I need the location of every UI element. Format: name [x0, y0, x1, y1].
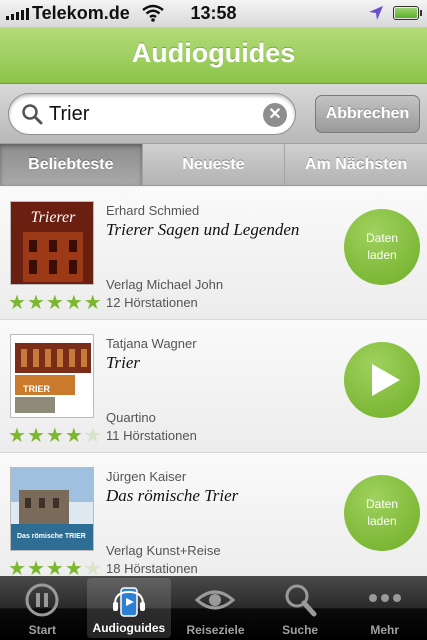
tab-label: Suche: [282, 623, 319, 637]
star-icon: ★: [45, 292, 64, 314]
segment-nearest[interactable]: Am Nächsten: [285, 144, 427, 185]
item-publisher: Verlag Kunst+Reise: [106, 543, 221, 558]
cover-image: Trierer: [10, 201, 94, 285]
rating-stars: ★ ★ ★ ★ ★: [8, 293, 102, 313]
rating-stars: ★ ★ ★ ★ ★: [8, 426, 102, 446]
tab-label: Audioguides: [92, 621, 166, 635]
load-data-label: Daten laden: [365, 497, 399, 528]
star-icon: ★: [45, 558, 64, 576]
location-arrow-icon: [369, 6, 383, 20]
play-button[interactable]: [344, 342, 420, 418]
star-icon: ★: [64, 425, 83, 447]
cover-image: TRIER: [10, 334, 94, 418]
item-author: Erhard Schmied: [106, 203, 200, 218]
search-icon: [285, 584, 317, 617]
more-icon: [368, 594, 401, 602]
battery-icon: [393, 6, 422, 20]
load-data-button[interactable]: Daten laden: [344, 209, 420, 285]
clock: 13:58: [190, 3, 237, 23]
item-title: Trier: [106, 353, 141, 372]
navigation-bar: Audioguides: [0, 27, 427, 84]
rating-stars: ★ ★ ★ ★ ★: [8, 559, 102, 576]
cover-image: Das römische TRIER: [10, 467, 94, 551]
star-icon: ★: [8, 425, 26, 447]
search-bar: Trier ✕ Abbrechen: [0, 84, 427, 144]
cancel-button[interactable]: Abbrechen: [315, 95, 420, 133]
list-item[interactable]: Trierer ★ ★ ★ ★ ★ Erhard Schmied Trierer Sag…: [0, 187, 427, 320]
tab-mehr[interactable]: Mehr: [342, 576, 427, 640]
tab-audioguides[interactable]: Audioguides: [86, 578, 172, 638]
item-author: Tatjana Wagner: [106, 336, 197, 351]
tab-reiseziele[interactable]: Reiseziele: [173, 576, 258, 640]
star-icon: ★: [26, 292, 45, 314]
star-icon: ★: [83, 425, 102, 447]
item-title: Trierer Sagen und Legenden: [106, 220, 300, 239]
item-stations: 12 Hörstationen: [106, 295, 198, 310]
star-icon: ★: [8, 558, 26, 576]
clear-search-icon[interactable]: ✕: [263, 103, 287, 127]
star-icon: ★: [83, 292, 102, 314]
cover-title: Das römische TRIER: [17, 533, 86, 540]
load-data-label: Daten laden: [365, 231, 399, 262]
list-item[interactable]: Das römische TRIER ★ ★ ★ ★ ★ Jürgen Kaiser D…: [0, 453, 427, 576]
star-icon: ★: [64, 292, 83, 314]
item-stations: 18 Hörstationen: [106, 561, 198, 576]
star-icon: ★: [64, 558, 83, 576]
star-icon: ★: [45, 425, 64, 447]
item-title: Das römische Trier: [106, 486, 239, 505]
cover-title: TRIER: [23, 384, 51, 394]
start-icon: [25, 583, 59, 617]
eye-icon: [195, 590, 236, 610]
segment-popular[interactable]: Beliebteste: [0, 144, 143, 185]
status-bar: Telekom.de 13:58: [0, 0, 427, 27]
play-icon: [372, 364, 400, 396]
item-author: Jürgen Kaiser: [106, 469, 187, 484]
star-icon: ★: [26, 558, 45, 576]
magnifier-icon: [22, 104, 43, 125]
item-publisher: Verlag Michael John: [106, 277, 224, 292]
segment-newest[interactable]: Neueste: [142, 144, 286, 185]
search-input-value: Trier: [49, 103, 90, 125]
audioguides-icon: [112, 587, 145, 617]
star-icon: ★: [83, 558, 102, 576]
tab-start[interactable]: Start: [0, 576, 85, 640]
item-stations: 11 Hörstationen: [106, 428, 197, 443]
search-input[interactable]: Trier ✕: [8, 93, 296, 135]
tab-bar: Start Audioguides Reiseziele Suche Mehr: [0, 576, 427, 640]
tab-label: Reiseziele: [186, 623, 245, 637]
star-icon: ★: [8, 292, 26, 314]
star-icon: ★: [26, 425, 45, 447]
sort-segmented-control: Beliebteste Neueste Am Nächsten: [0, 144, 427, 186]
item-publisher: Quartino: [106, 410, 156, 425]
tab-suche[interactable]: Suche: [258, 576, 343, 640]
audioguide-list: Trierer ★ ★ ★ ★ ★ Erhard Schmied Trierer Sag…: [0, 187, 427, 576]
load-data-button[interactable]: Daten laden: [344, 475, 420, 551]
list-item[interactable]: TRIER ★ ★ ★ ★ ★ Tatjana Wagner Trier Quartin…: [0, 320, 427, 453]
tab-label: Mehr: [370, 623, 399, 637]
page-title: Audioguides: [131, 38, 296, 68]
tab-label: Start: [28, 623, 56, 637]
cover-title: Trierer: [31, 209, 77, 226]
